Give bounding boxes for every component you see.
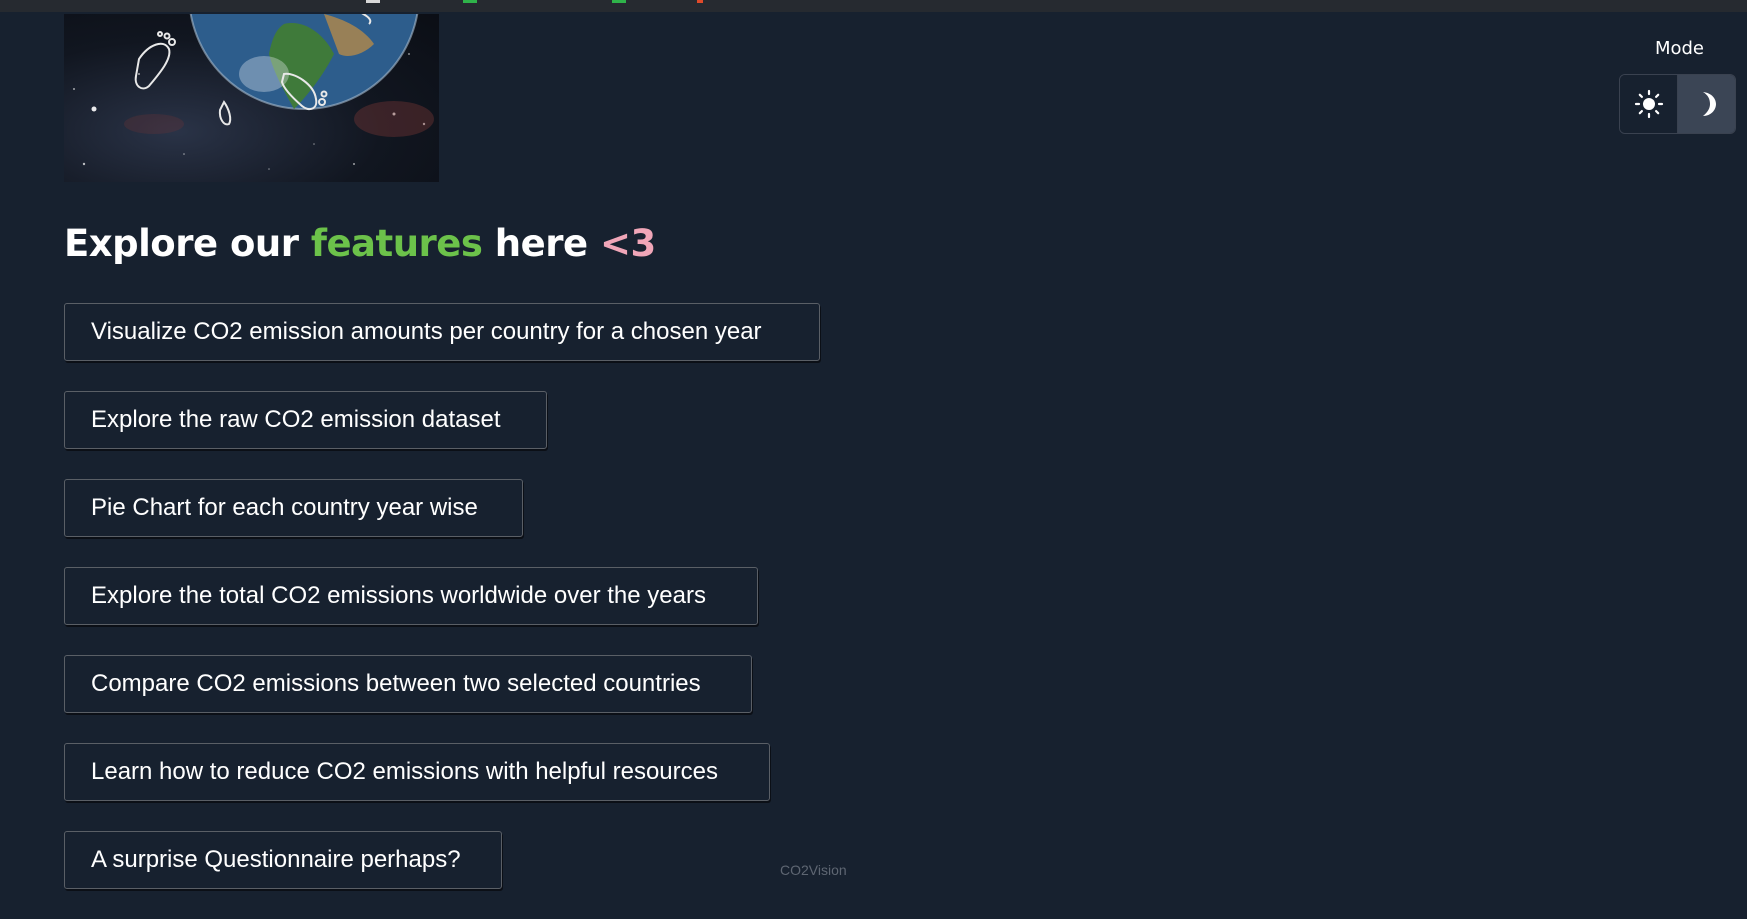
hero-earth-footprints-image: [64, 14, 439, 182]
earth-globe: [189, 14, 419, 110]
mode-toggle: [1619, 74, 1736, 134]
nebula: [124, 114, 184, 134]
total-emissions-button[interactable]: Explore the total CO2 emissions worldwid…: [64, 567, 758, 625]
tab-indicator: [697, 0, 703, 3]
compare-countries-button[interactable]: Compare CO2 emissions between two select…: [64, 655, 752, 713]
moon-icon: [1702, 92, 1716, 116]
heading-text: Explore our: [64, 222, 311, 265]
feature-list: Visualize CO2 emission amounts per count…: [64, 303, 820, 919]
heading-highlight: features: [310, 222, 483, 265]
browser-top-strip: [0, 0, 1747, 12]
mode-label: Mode: [1654, 38, 1704, 59]
tab-indicator: [366, 0, 380, 3]
nebula: [354, 101, 434, 137]
footer-brand: CO2Vision: [780, 862, 847, 878]
tab-indicator: [612, 0, 626, 3]
heading-heart: <3: [599, 222, 656, 265]
sun-icon: [1634, 89, 1663, 119]
dark-mode-option[interactable]: [1678, 75, 1735, 133]
reduce-emissions-resources-button[interactable]: Learn how to reduce CO2 emissions with h…: [64, 743, 770, 801]
earth-footprints-illustration: [73, 14, 434, 170]
tab-indicator: [463, 0, 477, 3]
light-mode-option[interactable]: [1620, 75, 1678, 133]
heading-text: here: [482, 222, 600, 265]
page-heading: Explore our features here <3: [64, 222, 656, 265]
explore-dataset-button[interactable]: Explore the raw CO2 emission dataset: [64, 391, 547, 449]
pie-chart-button[interactable]: Pie Chart for each country year wise: [64, 479, 523, 537]
visualize-emissions-button[interactable]: Visualize CO2 emission amounts per count…: [64, 303, 820, 361]
questionnaire-button[interactable]: A surprise Questionnaire perhaps?: [64, 831, 502, 889]
